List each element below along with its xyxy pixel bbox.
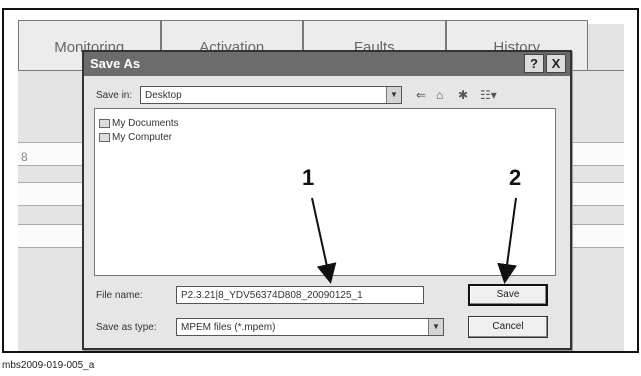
- dialog-title: Save As: [90, 56, 141, 71]
- callout-2-number: 2: [509, 165, 522, 190]
- new-folder-icon[interactable]: ✱: [458, 88, 468, 102]
- save-as-type-value: MPEM files (*.mpem): [181, 322, 276, 333]
- file-name-label: File name:: [96, 290, 143, 301]
- cancel-button[interactable]: Cancel: [468, 316, 548, 338]
- save-as-type-dropdown[interactable]: MPEM files (*.mpem) ▼: [176, 318, 444, 336]
- save-in-value: Desktop: [145, 90, 182, 101]
- save-as-type-label: Save as type:: [96, 322, 157, 333]
- figure-caption: mbs2009-019-005_a: [2, 360, 95, 371]
- back-icon[interactable]: ⇐: [416, 88, 426, 102]
- close-button[interactable]: X: [546, 54, 566, 73]
- chevron-down-icon[interactable]: ▼: [386, 87, 401, 103]
- help-button[interactable]: ?: [524, 54, 544, 73]
- computer-icon: [99, 132, 110, 142]
- list-item[interactable]: My Documents: [99, 118, 179, 129]
- list-item-label: My Documents: [112, 118, 179, 129]
- callout-1-number: 1: [302, 165, 315, 190]
- save-in-dropdown[interactable]: Desktop ▼: [140, 86, 402, 104]
- up-folder-icon[interactable]: ⌂: [436, 88, 443, 102]
- chevron-down-icon[interactable]: ▼: [428, 319, 443, 335]
- list-item-label: My Computer: [112, 132, 173, 143]
- file-name-field[interactable]: P2.3.21|8_YDV56374D808_20090125_1: [176, 286, 424, 304]
- view-menu-icon[interactable]: ☷▾: [480, 88, 497, 102]
- save-button[interactable]: Save: [468, 284, 548, 306]
- list-item[interactable]: My Computer: [99, 132, 172, 143]
- dialog-titlebar[interactable]: Save As ? X: [84, 52, 570, 76]
- file-list[interactable]: My Documents My Computer: [94, 108, 556, 276]
- documents-folder-icon: [99, 118, 110, 128]
- file-name-value: P2.3.21|8_YDV56374D808_20090125_1: [181, 290, 363, 301]
- background-row-stub: 8: [21, 150, 28, 164]
- save-in-label: Save in:: [96, 90, 133, 101]
- save-as-dialog: Save As ? X Save in: Desktop ▼ ⇐ ⌂ ✱ ☷▾ …: [82, 50, 572, 350]
